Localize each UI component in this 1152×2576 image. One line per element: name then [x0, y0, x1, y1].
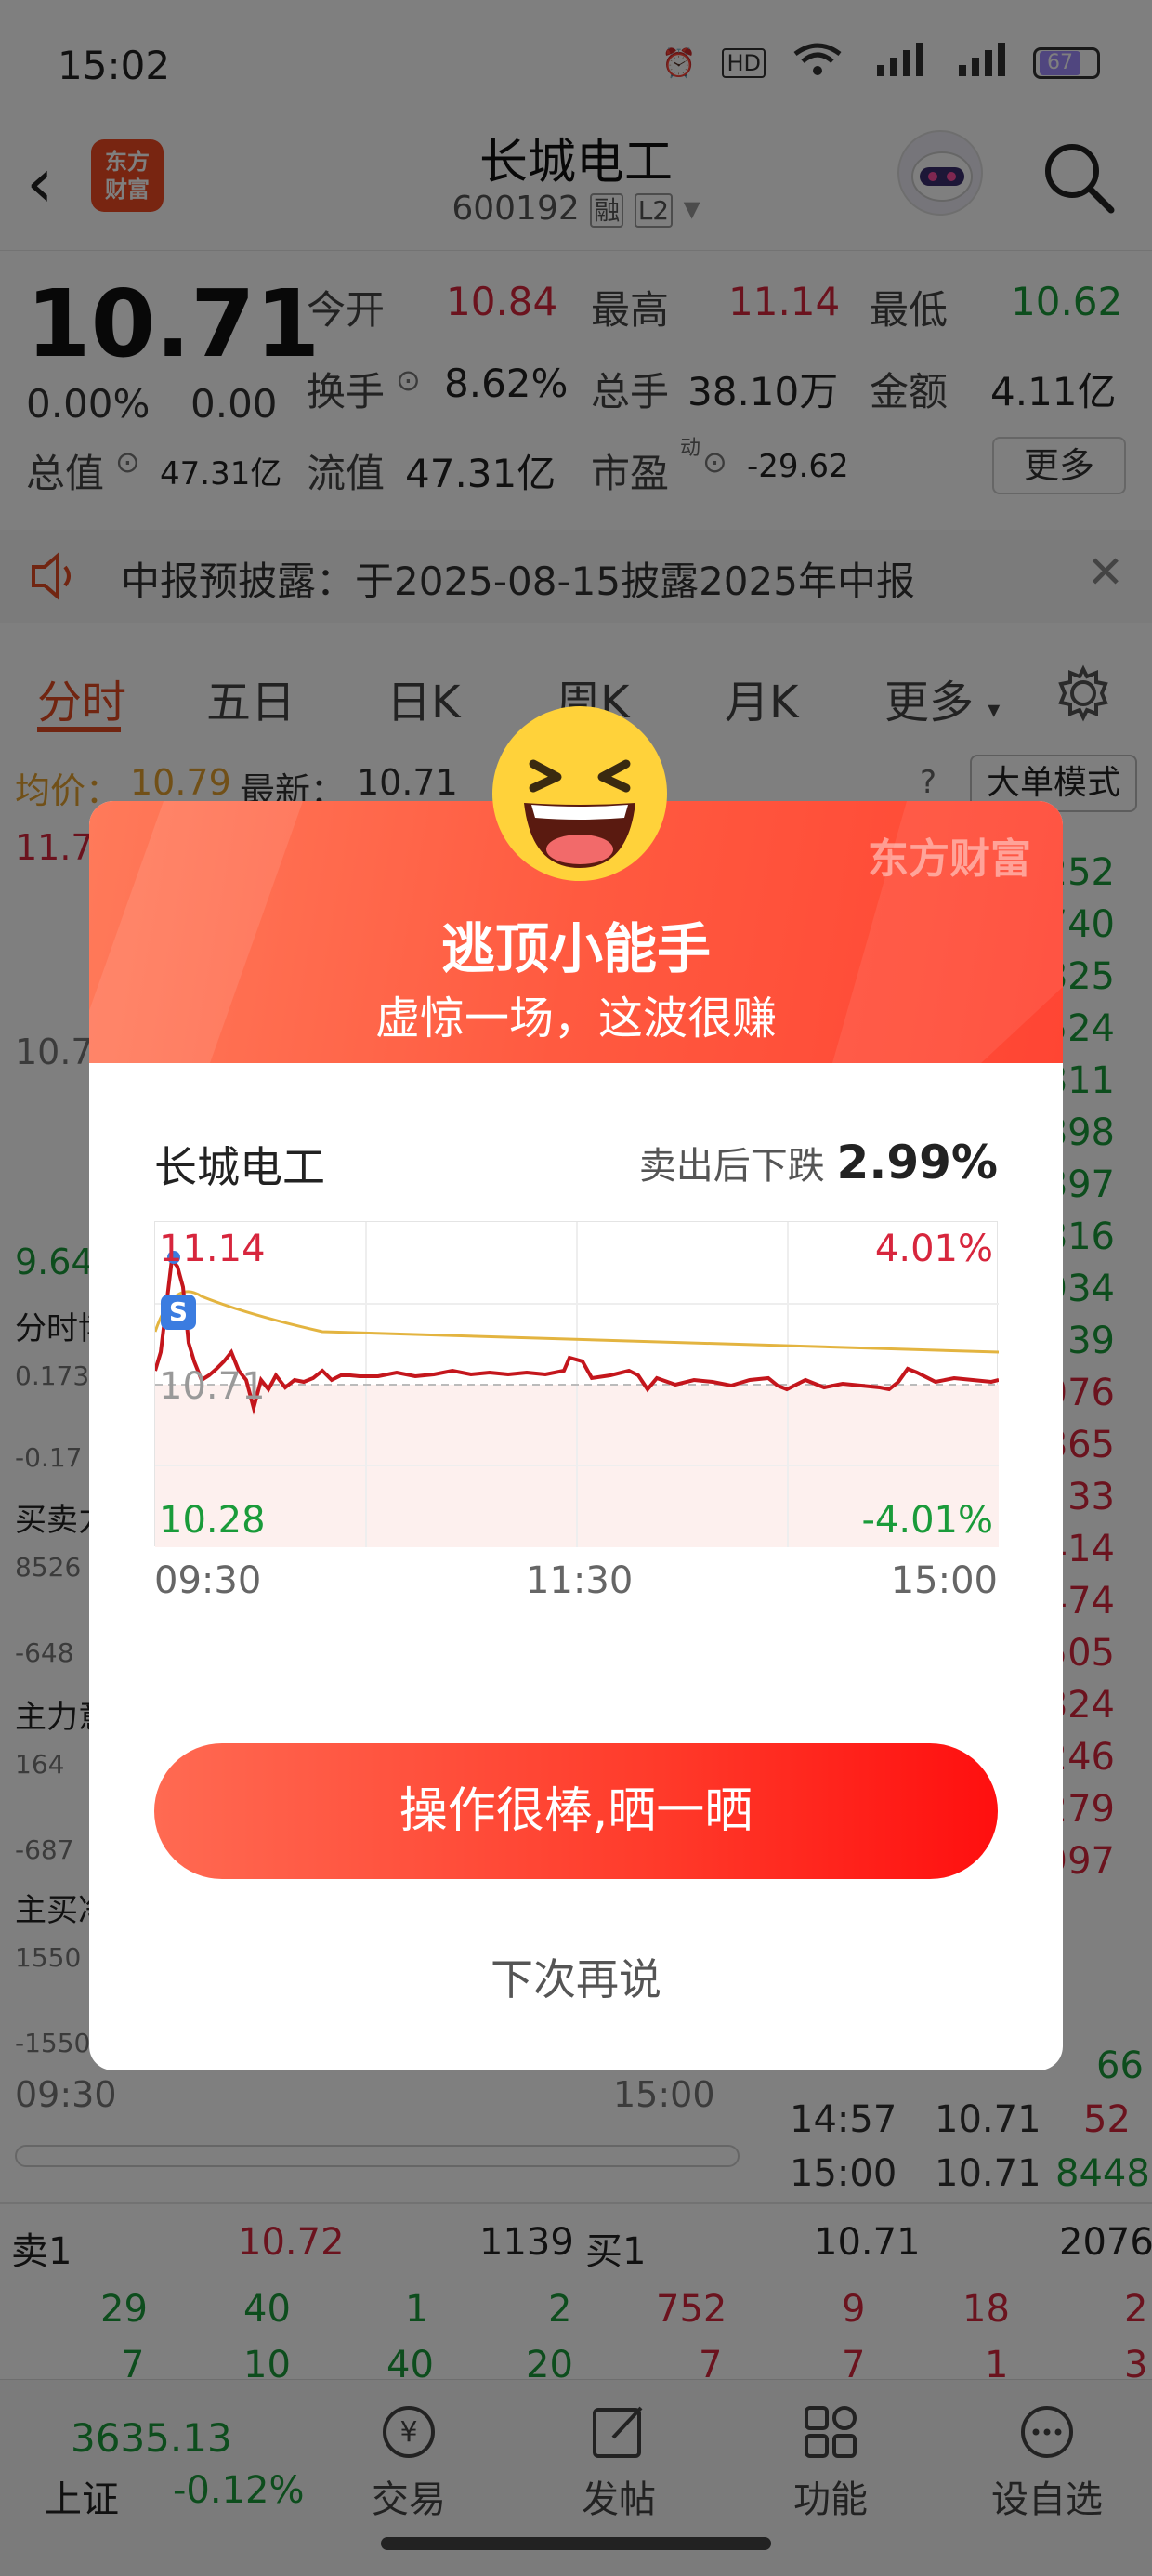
- mini-intraday-chart: 11.14 10.71 10.28 4.01% -4.01% S: [153, 1221, 1000, 1547]
- drop-after-sell: 卖出后下跌 2.99%: [639, 1136, 998, 1189]
- sell-marker: S: [161, 1295, 196, 1330]
- later-button[interactable]: 下次再说: [89, 1946, 1063, 2007]
- drop-label: 卖出后下跌: [638, 1145, 825, 1188]
- dialog-subtitle: 虚惊一场，这波很赚: [374, 992, 777, 1045]
- mini-chart-mid: 10.71: [159, 1365, 266, 1408]
- mini-chart-up-pct: 4.01%: [874, 1228, 993, 1270]
- dialog-title: 逃顶小能手: [440, 917, 711, 980]
- home-indicator[interactable]: [381, 2537, 771, 2550]
- mini-chart-time-end: 15:00: [890, 1559, 998, 1602]
- mini-chart-low: 10.28: [159, 1499, 266, 1542]
- mini-chart-down-pct: -4.01%: [861, 1499, 993, 1542]
- mini-chart-time-mid: 11:30: [526, 1559, 634, 1602]
- share-button[interactable]: 操作很棒,晒一晒: [154, 1743, 998, 1879]
- laughing-emoji-icon: [489, 703, 671, 885]
- mini-chart-high: 11.14: [159, 1228, 266, 1270]
- brand-watermark: 东方财富: [868, 835, 1031, 883]
- mini-chart-time-start: 09:30: [154, 1559, 262, 1602]
- achievement-dialog: 东方财富 逃顶小能手 虚惊一场，这波很赚 长城电工 卖出后下跌 2.99% 11…: [89, 706, 1063, 2070]
- dialog-stock-name: 长城电工: [154, 1142, 325, 1192]
- drop-value: 2.99%: [836, 1136, 998, 1189]
